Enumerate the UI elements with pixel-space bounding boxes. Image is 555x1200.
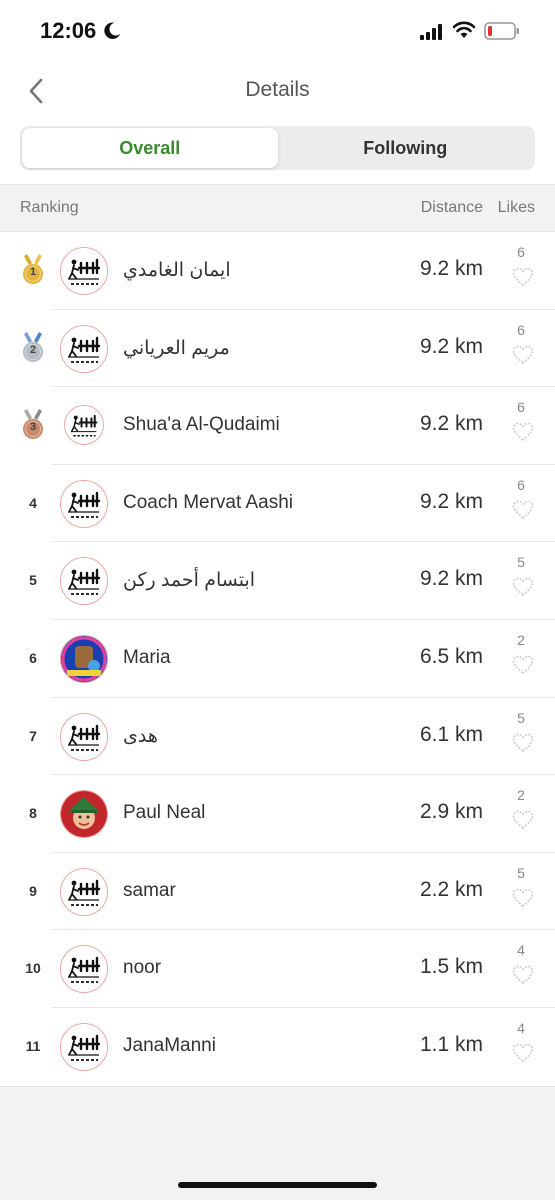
user-name: Maria xyxy=(123,646,171,668)
distance-value: 9.2 km xyxy=(419,257,483,280)
leaderboard-row[interactable]: 6 Maria 6.5 km 2 xyxy=(0,620,555,698)
tab-overall[interactable]: Overall xyxy=(22,128,278,168)
leaderboard-list: 1 ايمان الغامدي 9.2 km 6 2 مريم العرياني 9.2 k… xyxy=(0,232,555,1087)
avatar[interactable] xyxy=(60,790,108,839)
heart-icon[interactable] xyxy=(512,810,534,830)
moon-icon xyxy=(104,22,121,39)
likes-count: 4 xyxy=(517,1019,525,1036)
heart-icon[interactable] xyxy=(512,888,534,908)
status-time: 12:06 xyxy=(40,18,97,43)
leaderboard-row[interactable]: 4 Coach Mervat Aashi 9.2 km 6 xyxy=(0,465,555,543)
leaderboard-row[interactable]: 11 JanaManni 1.1 km 4 xyxy=(0,1008,555,1086)
rank-number: 10 xyxy=(25,960,41,977)
leaderboard-row[interactable]: 9 samar 2.2 km 5 xyxy=(0,853,555,931)
top-area: 12:06 Details Overall Following xyxy=(0,0,555,184)
distance-value: 9.2 km xyxy=(419,412,483,436)
user-name: هدى xyxy=(123,725,158,747)
status-bar: 12:06 xyxy=(0,0,555,62)
avatar[interactable] xyxy=(60,634,108,683)
likes-count: 5 xyxy=(517,709,525,726)
likes-count: 2 xyxy=(517,631,525,648)
rank-number: 5 xyxy=(29,572,37,589)
rank-number: 9 xyxy=(29,882,37,899)
heart-icon[interactable] xyxy=(512,422,534,442)
rank-number: 1 xyxy=(29,266,37,278)
likes-count: 2 xyxy=(517,787,525,804)
cellular-signal-icon xyxy=(420,24,442,40)
distance-value: 1.1 km xyxy=(419,1032,483,1056)
user-name: Shua'a Al-Qudaimi xyxy=(123,414,280,436)
leaderboard-row[interactable]: 7 هدى 6.1 km 5 xyxy=(0,698,555,776)
heart-icon[interactable] xyxy=(512,577,534,597)
heart-icon[interactable] xyxy=(512,267,534,287)
likes-count: 4 xyxy=(517,942,525,959)
rank-number: 11 xyxy=(25,1037,41,1054)
rank-number: 8 xyxy=(29,805,37,822)
avatar[interactable] xyxy=(60,247,108,295)
rank-number: 3 xyxy=(29,421,37,434)
avatar[interactable] xyxy=(60,945,108,994)
user-name: noor xyxy=(123,957,162,979)
user-name: مريم العرياني xyxy=(123,337,230,359)
distance-value: 6.1 km xyxy=(419,722,483,746)
likes-count: 6 xyxy=(517,476,525,493)
heart-icon[interactable] xyxy=(512,500,534,520)
leaderboard-row[interactable]: 1 ايمان الغامدي 9.2 km 6 xyxy=(0,232,555,310)
rank-number: 6 xyxy=(29,649,37,666)
distance-value: 1.5 km xyxy=(419,955,483,979)
user-name: ابتسام أحمد ركن xyxy=(123,570,256,592)
likes-count: 6 xyxy=(517,244,525,260)
avatar[interactable] xyxy=(60,867,108,916)
heart-icon[interactable] xyxy=(512,1043,534,1063)
distance-value: 9.2 km xyxy=(419,489,483,513)
home-indicator xyxy=(178,1182,377,1188)
avatar[interactable] xyxy=(60,557,108,606)
leaderboard-row[interactable]: 5 ابتسام أحمد ركن 9.2 km 5 xyxy=(0,542,555,620)
heart-icon[interactable] xyxy=(512,345,534,365)
heart-icon[interactable] xyxy=(512,733,534,753)
segment-control-wrapper: Overall Following xyxy=(0,118,555,184)
likes-count: 6 xyxy=(517,399,525,416)
user-name: Paul Neal xyxy=(123,802,206,824)
battery-low-icon xyxy=(484,22,519,40)
segmented-control: Overall Following xyxy=(20,126,535,170)
leaderboard-row[interactable]: 2 مريم العرياني 9.2 km 6 xyxy=(0,310,555,388)
avatar[interactable] xyxy=(60,712,108,761)
distance-value: 9.2 km xyxy=(419,334,483,358)
rank-number: 7 xyxy=(29,727,37,744)
user-name: samar xyxy=(123,879,176,901)
avatar[interactable] xyxy=(64,405,104,446)
user-name: JanaManni xyxy=(123,1034,216,1056)
distance-value: 9.2 km xyxy=(419,567,483,591)
rank-number: 4 xyxy=(29,494,37,511)
likes-count: 5 xyxy=(517,554,525,571)
distance-header: Distance xyxy=(420,199,483,216)
leaderboard-row[interactable]: 10 noor 1.5 km 4 xyxy=(0,930,555,1008)
tab-following[interactable]: Following xyxy=(278,128,534,168)
navigation-bar: Details xyxy=(0,62,555,118)
user-name: Coach Mervat Aashi xyxy=(123,491,294,513)
heart-icon[interactable] xyxy=(512,655,534,675)
rank-number: 2 xyxy=(29,343,37,356)
likes-header: Likes xyxy=(497,199,535,216)
distance-value: 2.2 km xyxy=(419,877,483,901)
leaderboard-row[interactable]: 3 Shua'a Al-Qudaimi 9.2 km 6 xyxy=(0,387,555,465)
leaderboard-row[interactable]: 8 Paul Neal 2.9 km 2 xyxy=(0,775,555,853)
wifi-icon xyxy=(452,21,476,38)
table-header: Ranking Distance Likes xyxy=(0,184,555,232)
avatar[interactable] xyxy=(60,479,108,528)
user-name: ايمان الغامدي xyxy=(123,260,231,281)
heart-icon[interactable] xyxy=(512,965,534,985)
likes-count: 5 xyxy=(517,864,525,881)
distance-value: 2.9 km xyxy=(419,800,483,824)
avatar[interactable] xyxy=(60,324,108,373)
page-title: Details xyxy=(245,78,310,101)
ranking-header: Ranking xyxy=(20,199,79,216)
likes-count: 6 xyxy=(517,321,525,338)
distance-value: 6.5 km xyxy=(419,644,483,668)
avatar[interactable] xyxy=(60,1022,108,1071)
